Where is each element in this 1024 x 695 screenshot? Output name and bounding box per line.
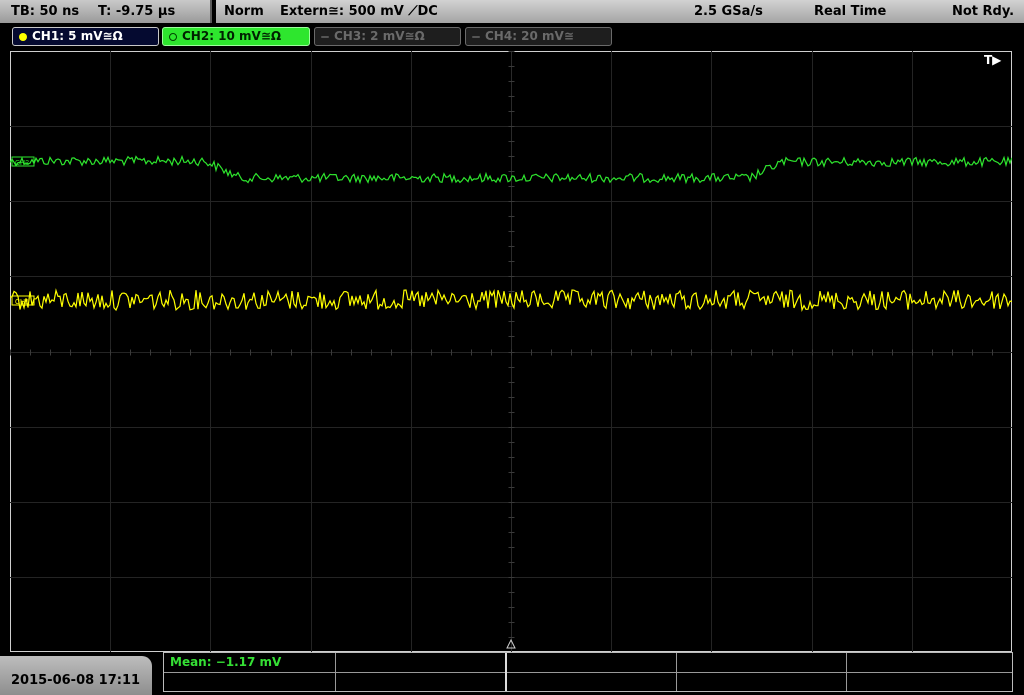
measurement-row-divider: [164, 672, 1012, 673]
trigger-source: Extern≅: 500 mV ⟋DC: [280, 4, 438, 19]
ch3-indicator-icon: [321, 36, 329, 38]
waveform-display[interactable]: CH2 CH1: [10, 51, 1012, 652]
measurement-column-divider: [335, 653, 336, 691]
sample-rate: 2.5 GSa/s: [694, 4, 763, 19]
trigger-mode: Norm: [224, 4, 264, 19]
datetime-panel: 2015-06-08 17:11: [0, 656, 152, 695]
timebase-panel[interactable]: TB: 50 ns T: -9.75 µs: [0, 0, 212, 23]
ch2-label: CH2: 10 mV≅Ω: [182, 29, 282, 43]
ch3-label: CH3: 2 mV≅Ω: [334, 29, 425, 43]
measurement-panel[interactable]: Mean: −1.17 mV: [163, 652, 1013, 692]
acquisition-mode: Real Time: [814, 4, 887, 19]
ch1-label: CH1: 5 mV≅Ω: [32, 29, 123, 43]
measurement-center-divider: [505, 653, 507, 691]
trigger-time-value: T: -9.75 µs: [98, 4, 176, 19]
ch2-indicator-icon: [169, 33, 177, 41]
ch4-indicator-icon: [472, 36, 480, 38]
ch2-marker-label: CH2: [15, 160, 29, 167]
acquisition-state: Not Rdy.: [952, 4, 1015, 19]
ch1-indicator-icon: [19, 33, 27, 41]
tab-ch1[interactable]: CH1: 5 mV≅Ω: [12, 27, 159, 46]
measurement-column-divider: [846, 653, 847, 691]
timebase-value: TB: 50 ns: [11, 4, 80, 19]
oscilloscope-screen: TB: 50 ns T: -9.75 µs Norm Extern≅: 500 …: [0, 0, 1024, 695]
ch1-marker-label: CH1: [15, 299, 29, 306]
ch4-label: CH4: 20 mV≅: [485, 29, 574, 43]
tab-ch3[interactable]: CH3: 2 mV≅Ω: [314, 27, 461, 46]
datetime: 2015-06-08 17:11: [11, 673, 141, 688]
acquisition-status-bar[interactable]: Norm Extern≅: 500 mV ⟋DC 2.5 GSa/s Real …: [216, 0, 1024, 23]
tab-ch4[interactable]: CH4: 20 mV≅: [465, 27, 612, 46]
tab-ch2[interactable]: CH2: 10 mV≅Ω: [162, 27, 310, 46]
measurement-column-divider: [676, 653, 677, 691]
channel-tabs: CH1: 5 mV≅Ω CH2: 10 mV≅Ω CH3: 2 mV≅Ω CH4…: [0, 24, 1024, 48]
trigger-level-marker[interactable]: T▶: [984, 53, 1001, 67]
measurement-mean: Mean: −1.17 mV: [170, 655, 282, 669]
